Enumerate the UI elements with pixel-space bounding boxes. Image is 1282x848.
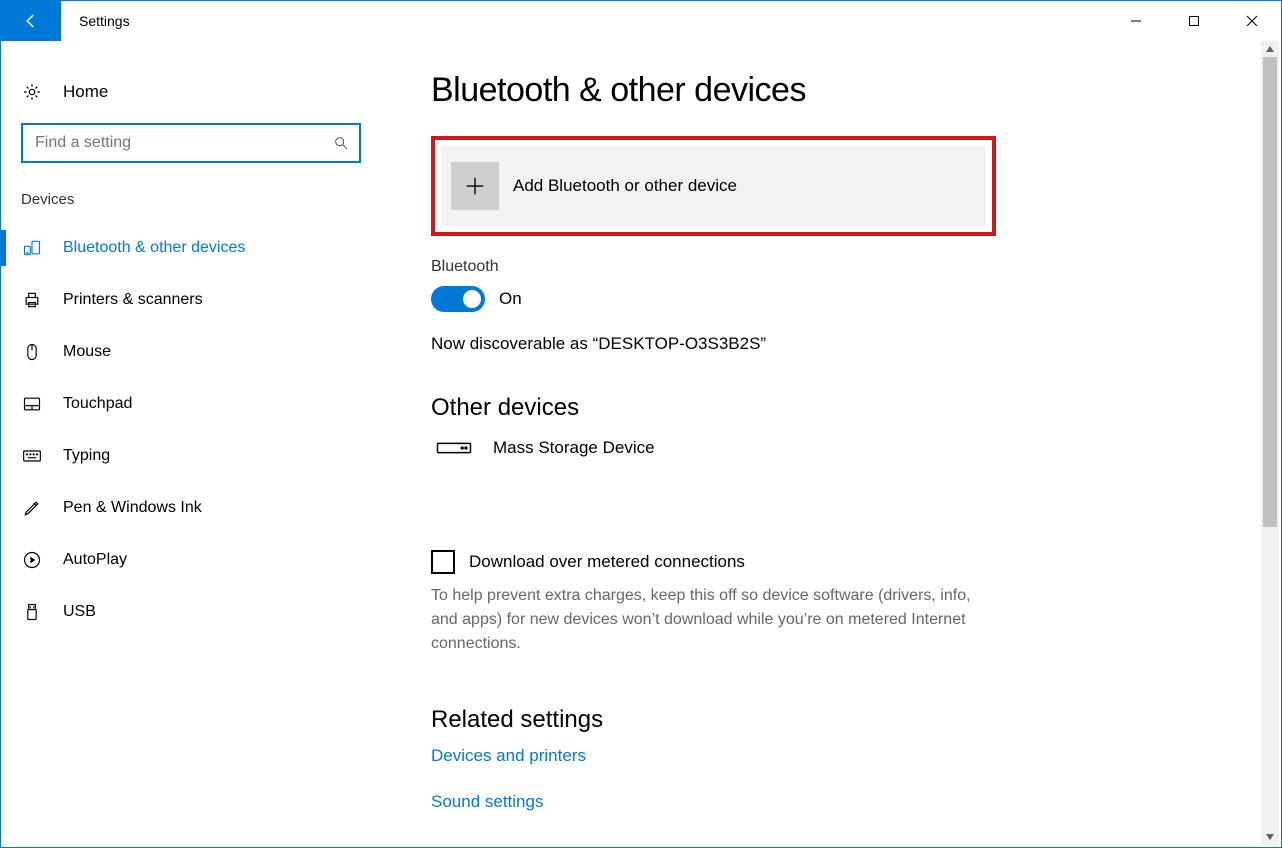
minimize-button[interactable]	[1107, 1, 1165, 41]
pen-icon	[21, 497, 43, 519]
bluetooth-toggle-label: On	[499, 289, 522, 309]
sidebar-item-typing[interactable]: Typing	[1, 430, 381, 482]
sidebar-item-label: Typing	[63, 447, 110, 465]
bluetooth-heading: Bluetooth	[431, 258, 1241, 276]
usb-icon	[21, 601, 43, 623]
window-controls	[1107, 1, 1281, 41]
sidebar-section-label: Devices	[1, 191, 381, 222]
home-button[interactable]: Home	[1, 71, 381, 123]
minimize-icon	[1130, 15, 1142, 27]
device-row[interactable]: Mass Storage Device	[431, 434, 1241, 500]
sidebar-item-touchpad[interactable]: Touchpad	[1, 378, 381, 430]
sidebar-item-label: AutoPlay	[63, 551, 127, 569]
sidebar-item-bluetooth[interactable]: Bluetooth & other devices	[1, 222, 381, 274]
close-icon	[1246, 15, 1258, 27]
plus-icon	[451, 162, 499, 210]
back-button[interactable]	[1, 1, 61, 41]
other-devices-heading: Other devices	[431, 394, 1241, 422]
sidebar-item-autoplay[interactable]: AutoPlay	[1, 534, 381, 586]
keyboard-icon	[21, 445, 43, 467]
device-name: Mass Storage Device	[493, 438, 655, 458]
gear-icon	[21, 81, 43, 103]
bluetooth-devices-icon	[21, 237, 43, 259]
link-sound-settings[interactable]: Sound settings	[431, 792, 1241, 812]
sidebar-item-pen[interactable]: Pen & Windows Ink	[1, 482, 381, 534]
sidebar-item-mouse[interactable]: Mouse	[1, 326, 381, 378]
metered-help-text: To help prevent extra charges, keep this…	[431, 584, 971, 656]
sidebar-item-label: Bluetooth & other devices	[63, 239, 245, 257]
sidebar-item-label: Pen & Windows Ink	[63, 499, 202, 517]
search-input[interactable]	[21, 123, 361, 163]
printer-icon	[21, 289, 43, 311]
bluetooth-toggle[interactable]	[431, 286, 485, 312]
main-content: Bluetooth & other devices Add Bluetooth …	[381, 41, 1281, 847]
scroll-down-button[interactable]	[1261, 829, 1279, 845]
home-label: Home	[63, 82, 108, 102]
vertical-scrollbar[interactable]	[1261, 41, 1279, 845]
scroll-thumb[interactable]	[1263, 57, 1277, 527]
sidebar-item-label: Mouse	[63, 343, 111, 361]
sidebar: Home Devices Bluetooth & other devices P…	[1, 41, 381, 847]
metered-checkbox[interactable]	[431, 550, 455, 574]
page-title: Bluetooth & other devices	[431, 71, 1241, 110]
related-settings-heading: Related settings	[431, 706, 1241, 734]
maximize-icon	[1188, 15, 1200, 27]
search-field[interactable]	[35, 134, 333, 152]
add-device-button[interactable]: Add Bluetooth or other device	[441, 146, 986, 226]
window-title: Settings	[61, 1, 130, 41]
metered-checkbox-label: Download over metered connections	[469, 552, 745, 572]
search-icon	[333, 135, 349, 151]
touchpad-icon	[21, 393, 43, 415]
close-button[interactable]	[1223, 1, 1281, 41]
sidebar-item-label: Touchpad	[63, 395, 132, 413]
add-device-label: Add Bluetooth or other device	[513, 176, 737, 196]
sidebar-item-label: Printers & scanners	[63, 291, 203, 309]
sidebar-item-usb[interactable]: USB	[1, 586, 381, 638]
storage-device-icon	[435, 436, 473, 460]
link-devices-and-printers[interactable]: Devices and printers	[431, 746, 1241, 766]
maximize-button[interactable]	[1165, 1, 1223, 41]
mouse-icon	[21, 341, 43, 363]
sidebar-item-label: USB	[63, 603, 96, 621]
sidebar-item-printers[interactable]: Printers & scanners	[1, 274, 381, 326]
add-device-highlight: Add Bluetooth or other device	[431, 136, 996, 236]
scroll-up-button[interactable]	[1261, 41, 1279, 57]
discoverable-text: Now discoverable as “DESKTOP-O3S3B2S”	[431, 334, 1241, 354]
arrow-left-icon	[22, 12, 40, 30]
title-bar: Settings	[1, 1, 1281, 41]
autoplay-icon	[21, 549, 43, 571]
